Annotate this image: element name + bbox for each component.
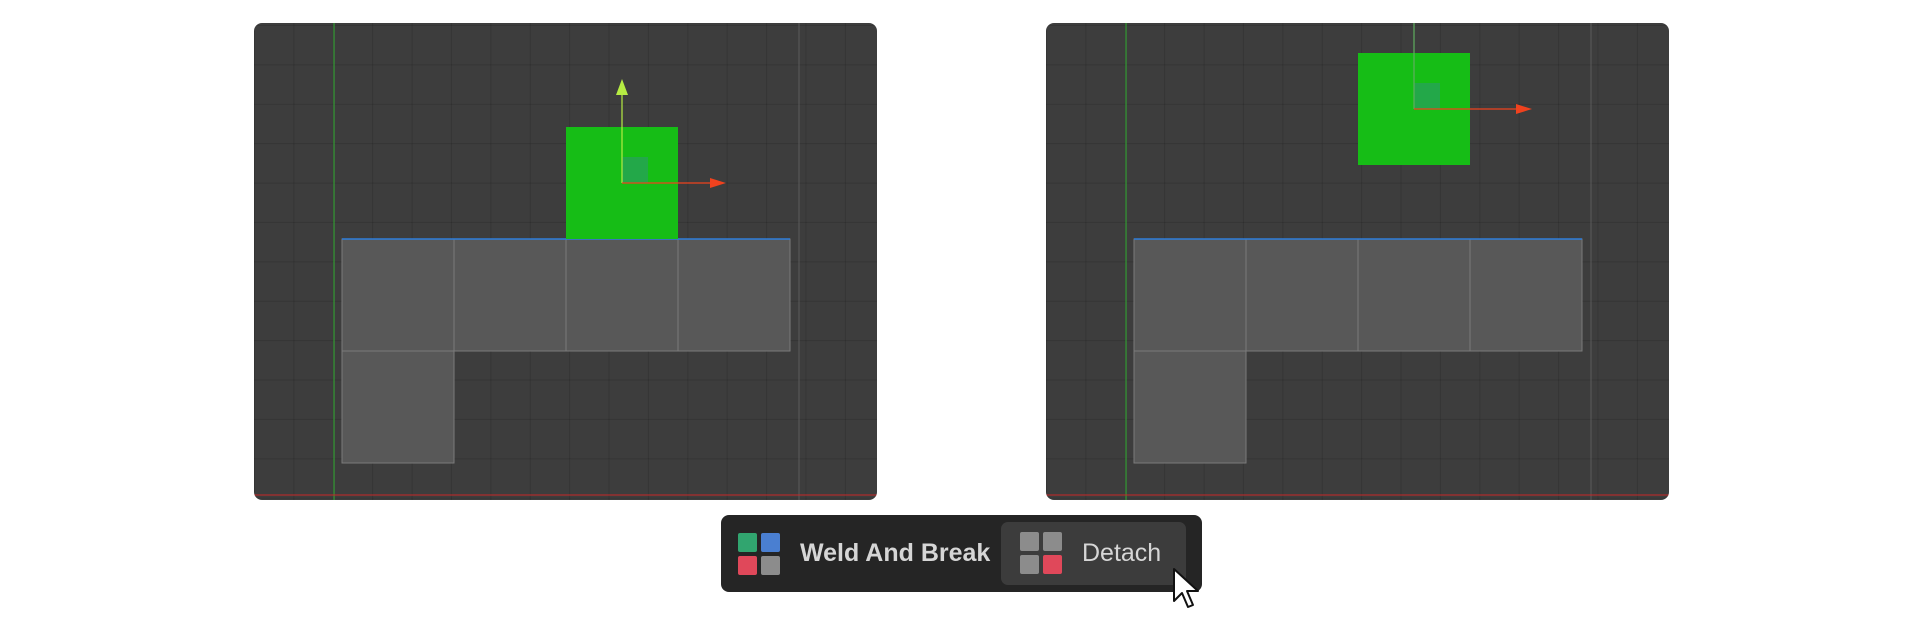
tile[interactable] <box>453 238 567 352</box>
icon-cell <box>761 533 780 552</box>
scene-before <box>254 23 877 500</box>
gizmo-center-handle[interactable] <box>622 157 648 183</box>
tile[interactable] <box>1133 350 1247 464</box>
detach-button[interactable]: Detach <box>1001 522 1186 585</box>
weld-and-break-label[interactable]: Weld And Break <box>800 538 990 568</box>
icon-cell <box>1020 555 1039 574</box>
icon-cell <box>738 533 757 552</box>
tile[interactable] <box>1469 238 1583 352</box>
icon-cell <box>738 556 757 575</box>
gizmo-x-arrow-icon[interactable] <box>1516 104 1532 114</box>
gizmo-y-arrow-icon[interactable] <box>616 79 628 95</box>
gizmo-center-handle[interactable] <box>1414 83 1440 109</box>
tile[interactable] <box>341 350 455 464</box>
tile[interactable] <box>565 238 679 352</box>
tile[interactable] <box>1133 238 1247 352</box>
tile[interactable] <box>1245 238 1359 352</box>
viewport-after[interactable] <box>1046 23 1669 500</box>
tile[interactable] <box>1357 238 1471 352</box>
icon-cell <box>761 556 780 575</box>
tile[interactable] <box>677 238 791 352</box>
weld-and-break-icon[interactable] <box>738 533 780 575</box>
detach-icon <box>1020 532 1062 574</box>
icon-cell <box>1020 532 1039 551</box>
tool-panel: Weld And Break Detach <box>721 515 1202 592</box>
icon-cell <box>1043 555 1062 574</box>
icon-cell <box>1043 532 1062 551</box>
tile[interactable] <box>341 238 455 352</box>
viewport-before[interactable] <box>254 23 877 500</box>
detach-label: Detach <box>1082 539 1162 567</box>
scene-after <box>1046 23 1669 500</box>
gizmo-x-arrow-icon[interactable] <box>710 178 726 188</box>
mouse-cursor-icon <box>1173 568 1199 608</box>
